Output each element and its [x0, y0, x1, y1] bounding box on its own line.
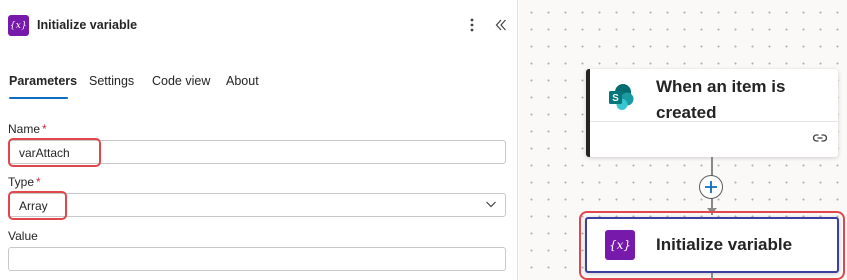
tab-about[interactable]: About	[226, 74, 259, 88]
name-label-text: Name	[8, 122, 41, 136]
panel-header: {x} Initialize variable	[0, 0, 518, 50]
plus-icon	[705, 181, 717, 193]
initialize-variable-card[interactable]: {x} Initialize variable	[585, 217, 839, 273]
tab-settings[interactable]: Settings	[89, 74, 134, 88]
required-marker: *	[42, 122, 47, 136]
sharepoint-icon: S	[609, 84, 634, 110]
active-tab-indicator	[9, 97, 68, 99]
card-divider	[590, 121, 838, 122]
add-step-button[interactable]	[699, 175, 723, 199]
panel-title: Initialize variable	[37, 18, 138, 32]
svg-text:S: S	[612, 93, 619, 104]
action-card-title: Initialize variable	[656, 235, 793, 254]
chevron-down-icon	[486, 201, 496, 208]
name-field-label: Name *	[8, 122, 47, 136]
tab-parameters[interactable]: Parameters	[9, 74, 77, 88]
value-field-label: Value	[8, 229, 38, 243]
type-dropdown[interactable]: Array	[8, 193, 506, 217]
tab-code-view[interactable]: Code view	[152, 74, 210, 88]
name-input[interactable]: varAttach	[8, 140, 506, 164]
trigger-card[interactable]: S When an item is created	[586, 69, 838, 157]
type-label-text: Type	[8, 175, 35, 189]
action-details-panel: {x} Initialize variable Parameters Setti…	[0, 0, 518, 280]
variable-icon: {x}	[605, 230, 635, 260]
connector-line	[711, 273, 713, 280]
name-input-value: varAttach	[19, 146, 70, 160]
required-marker: *	[36, 175, 41, 189]
link-icon[interactable]	[812, 131, 828, 145]
trigger-title: When an item is created	[656, 77, 786, 122]
type-dropdown-value: Array	[19, 199, 48, 213]
variable-icon: {x}	[8, 15, 29, 36]
value-input[interactable]	[8, 247, 506, 271]
double-chevron-left-icon[interactable]	[493, 15, 509, 35]
more-vertical-icon[interactable]	[465, 15, 479, 35]
type-field-label: Type *	[8, 175, 41, 189]
